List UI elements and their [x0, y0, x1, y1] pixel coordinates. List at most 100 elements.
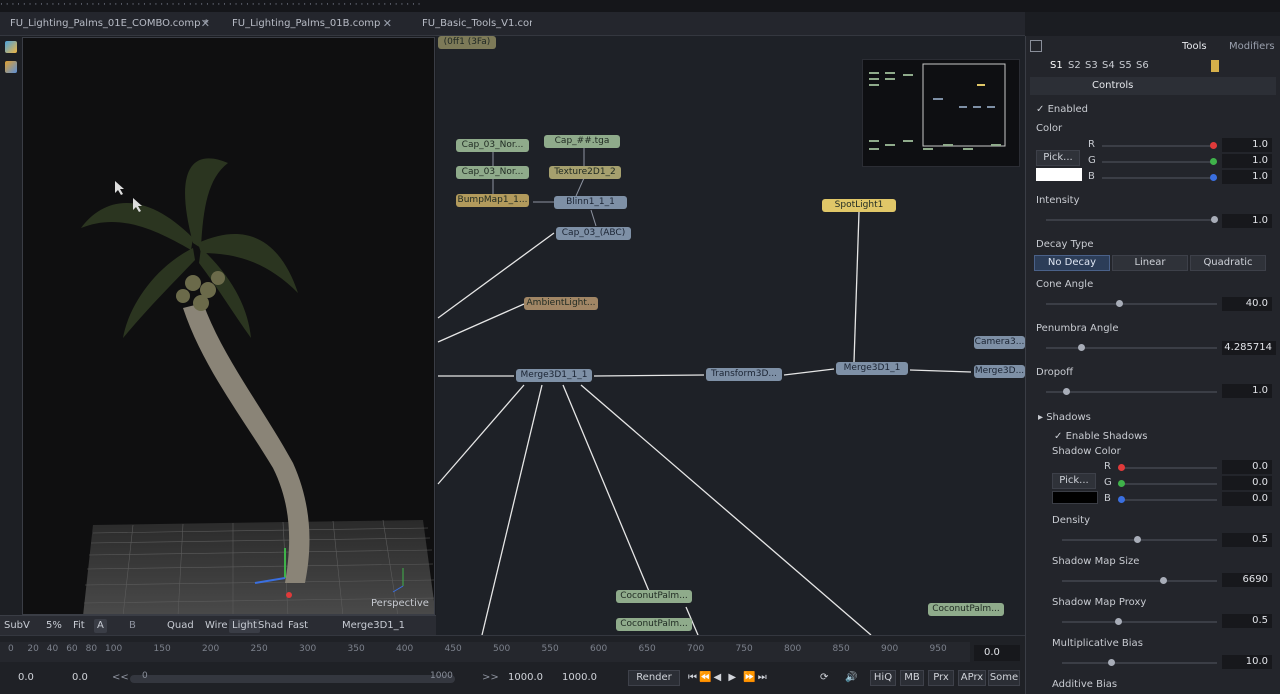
play-reverse-icon[interactable]: ◀ — [713, 672, 723, 683]
penumbra-value[interactable]: 4.285714 — [1222, 341, 1276, 355]
tab-comp-01b[interactable]: FU_Lighting_Palms_01B.comp ✕ — [232, 16, 392, 34]
tab-modifiers[interactable]: Modifiers — [1229, 41, 1275, 52]
3d-viewer[interactable]: Perspective — [22, 37, 435, 615]
density-slider[interactable] — [1062, 536, 1217, 543]
scene-s6[interactable]: S6 — [1136, 60, 1149, 71]
light-button[interactable]: Light — [229, 619, 260, 633]
shadow-color-swatch[interactable] — [1052, 491, 1098, 504]
hiq-button[interactable]: HiQ — [870, 670, 896, 686]
shadow-map-proxy-slider[interactable] — [1062, 618, 1217, 625]
pick-color-button[interactable]: Pick... — [1036, 150, 1080, 166]
wire-button[interactable]: Wire — [205, 619, 228, 633]
dropoff-slider[interactable] — [1046, 388, 1217, 395]
tab-tools[interactable]: Tools — [1182, 41, 1207, 52]
shadow-r-slider[interactable] — [1118, 464, 1217, 471]
color-swatch[interactable] — [1036, 168, 1082, 181]
scene-s3[interactable]: S3 — [1085, 60, 1098, 71]
enabled-checkbox[interactable]: ✓ Enabled — [1036, 104, 1088, 115]
transport-controls[interactable]: ⏮⏪◀ ▶ ⏩⏭ — [688, 670, 769, 686]
shadow-g-slider[interactable] — [1118, 480, 1217, 487]
color-r-slider[interactable] — [1102, 142, 1217, 149]
dropoff-value[interactable]: 1.0 — [1222, 384, 1272, 398]
b-buffer-button[interactable]: B — [129, 619, 136, 633]
node-merge3d-main[interactable]: Merge3D1_1_1 — [516, 369, 592, 382]
node-spotlight[interactable]: SpotLight1 — [822, 199, 896, 212]
render-end-field[interactable]: 1000.0 — [508, 670, 543, 686]
current-time-field[interactable]: 0.0 — [974, 645, 1020, 661]
selective-update-button[interactable]: Some — [988, 670, 1020, 686]
pick-shadow-color-button[interactable]: Pick... — [1052, 473, 1096, 489]
subview-dropdown[interactable]: SubV — [4, 619, 30, 633]
node-cap-abc[interactable]: Cap_03_(ABC) — [556, 227, 631, 240]
auto-proxy-button[interactable]: APrx — [958, 670, 986, 686]
proxy-button[interactable]: Prx — [928, 670, 954, 686]
a-buffer-button[interactable]: A — [94, 619, 107, 633]
decay-linear[interactable]: Linear — [1112, 255, 1188, 271]
render-button[interactable]: Render — [628, 670, 680, 686]
shadow-map-proxy-value[interactable]: 0.5 — [1222, 614, 1272, 628]
node-cap-nor-2[interactable]: Cap_03_Nor... — [456, 166, 529, 179]
range-left-arrow[interactable]: << — [112, 670, 129, 686]
close-icon[interactable]: ✕ — [201, 16, 210, 32]
node-camera[interactable]: Camera3... — [974, 336, 1025, 349]
node-cap-nor-1[interactable]: Cap_03_Nor... — [456, 139, 529, 152]
fast-button[interactable]: Fast — [288, 619, 308, 633]
shadow-map-size-value[interactable]: 6690 — [1222, 573, 1272, 587]
motion-blur-button[interactable]: MB — [900, 670, 924, 686]
audio-icon[interactable]: 🔊 — [845, 670, 857, 686]
penumbra-slider[interactable] — [1046, 344, 1217, 351]
flow-navigator[interactable] — [862, 59, 1020, 167]
shadow-b-value[interactable]: 0.0 — [1222, 492, 1272, 506]
intensity-slider[interactable] — [1046, 216, 1218, 223]
scene-s1[interactable]: S1 — [1050, 60, 1063, 71]
multiplicative-bias-value[interactable]: 10.0 — [1222, 655, 1272, 669]
node-merge3d-right[interactable]: Merge3D... — [974, 365, 1025, 378]
color-tag-icon[interactable] — [1211, 60, 1219, 72]
range-right-arrow[interactable]: >> — [482, 670, 499, 686]
node-coconut-2[interactable]: CoconutPalm... — [616, 618, 692, 631]
node-flow-view[interactable]: (0ff1 (3Fa) Cap_03_Nor... Cap_03_Nor... … — [436, 36, 1025, 635]
cone-angle-slider[interactable] — [1046, 300, 1217, 307]
node-transform3d[interactable]: Transform3D... — [706, 368, 782, 381]
enable-shadows-checkbox[interactable]: ✓ Enable Shadows — [1054, 431, 1147, 442]
viewed-node-name[interactable]: Merge3D1_1 — [342, 619, 405, 633]
range-slider[interactable]: 0 1000 — [130, 671, 455, 683]
cone-angle-value[interactable]: 40.0 — [1222, 297, 1272, 311]
tab-basic-tools[interactable]: FU_Basic_Tools_V1.com — [422, 16, 532, 34]
node-coconut-3[interactable]: CoconutPalm... — [928, 603, 1004, 616]
scene-s5[interactable]: S5 — [1119, 60, 1132, 71]
color-b-value[interactable]: 1.0 — [1222, 170, 1272, 184]
scene-s4[interactable]: S4 — [1102, 60, 1115, 71]
step-forward-icon[interactable]: ⏩ — [743, 672, 757, 683]
shadows-section[interactable]: ▸ Shadows — [1038, 412, 1091, 423]
node-ambient-light[interactable]: AmbientLight... — [524, 297, 598, 310]
tab-comp-combo[interactable]: FU_Lighting_Palms_01E_COMBO.comp * ✕ — [10, 16, 210, 34]
scene-s2[interactable]: S2 — [1068, 60, 1081, 71]
loop-icon[interactable]: ⟳ — [820, 670, 828, 686]
go-to-start-icon[interactable]: ⏮ — [688, 672, 699, 683]
shadow-r-value[interactable]: 0.0 — [1222, 460, 1272, 474]
global-end-field[interactable]: 1000.0 — [562, 670, 597, 686]
node-cap-tga[interactable]: Cap_##.tga — [544, 135, 620, 148]
render-start-field[interactable]: 0.0 — [72, 670, 88, 686]
global-start-field[interactable]: 0.0 — [18, 670, 34, 686]
quad-button[interactable]: Quad — [167, 619, 194, 633]
go-to-end-icon[interactable]: ⏭ — [758, 672, 769, 683]
time-ruler[interactable]: 0 20 40 60 80 100 150 200 250 300 350 400 450 500 550 6… — [0, 642, 970, 662]
shadow-b-slider[interactable] — [1118, 496, 1217, 503]
intensity-value[interactable]: 1.0 — [1222, 214, 1272, 228]
multiplicative-bias-slider[interactable] — [1062, 659, 1217, 666]
decay-quadratic[interactable]: Quadratic — [1190, 255, 1266, 271]
zoom-dropdown[interactable]: 5% — [46, 619, 62, 633]
play-icon[interactable]: ▶ — [728, 672, 738, 683]
fit-button[interactable]: Fit — [73, 619, 85, 633]
node-blinn[interactable]: Blinn1_1_1 — [554, 196, 627, 209]
collapse-icon[interactable] — [1030, 40, 1042, 52]
shadow-button[interactable]: Shad — [258, 619, 283, 633]
node-merge3d-1[interactable]: Merge3D1_1 — [836, 362, 908, 375]
color-g-value[interactable]: 1.0 — [1222, 154, 1272, 168]
color-r-value[interactable]: 1.0 — [1222, 138, 1272, 152]
density-value[interactable]: 0.5 — [1222, 533, 1272, 547]
close-icon[interactable]: ✕ — [383, 16, 392, 32]
decay-no-decay[interactable]: No Decay — [1034, 255, 1110, 271]
